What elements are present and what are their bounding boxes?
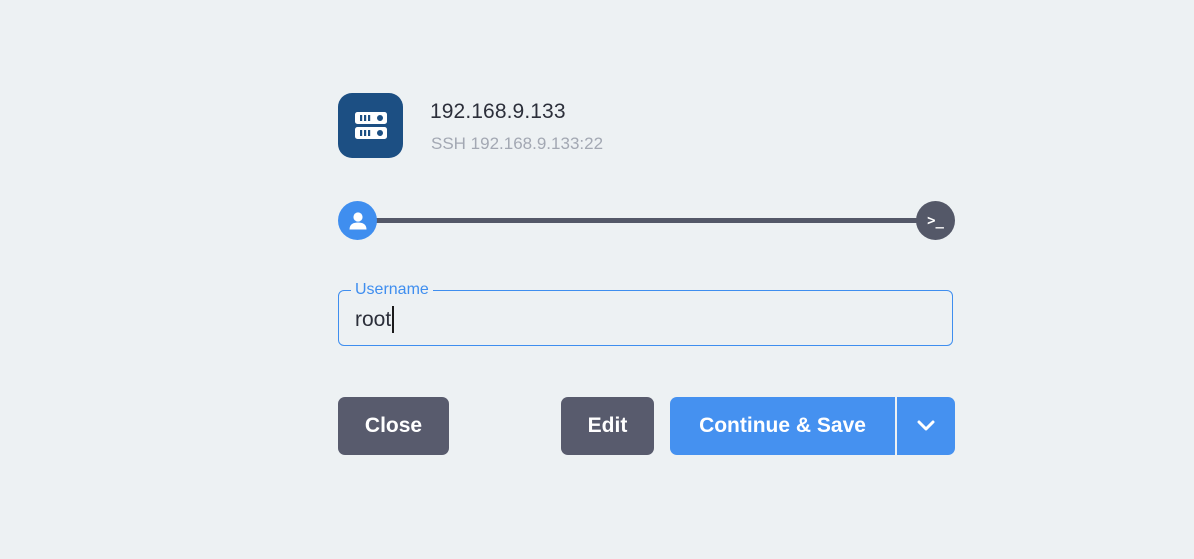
host-address: SSH 192.168.9.133:22 [431,134,604,153]
progress-track [358,218,935,223]
connect-dialog: 192.168.9.133 SSH 192.168.9.133:22 >_ Us… [0,0,1194,559]
username-label: Username [351,280,433,300]
username-input[interactable]: root [355,308,391,332]
username-field[interactable]: Username root [338,280,953,346]
continue-save-button[interactable]: Continue & Save [670,397,895,455]
server-icon [338,93,403,158]
save-options-dropdown-button[interactable] [897,397,955,455]
host-title: 192.168.9.133 [430,100,566,123]
text-caret [392,306,394,333]
user-icon [338,201,377,240]
terminal-icon: >_ [916,201,955,240]
edit-button[interactable]: Edit [561,397,654,455]
close-button[interactable]: Close [338,397,449,455]
chevron-down-icon [917,414,935,438]
terminal-glyph: >_ [927,212,944,229]
